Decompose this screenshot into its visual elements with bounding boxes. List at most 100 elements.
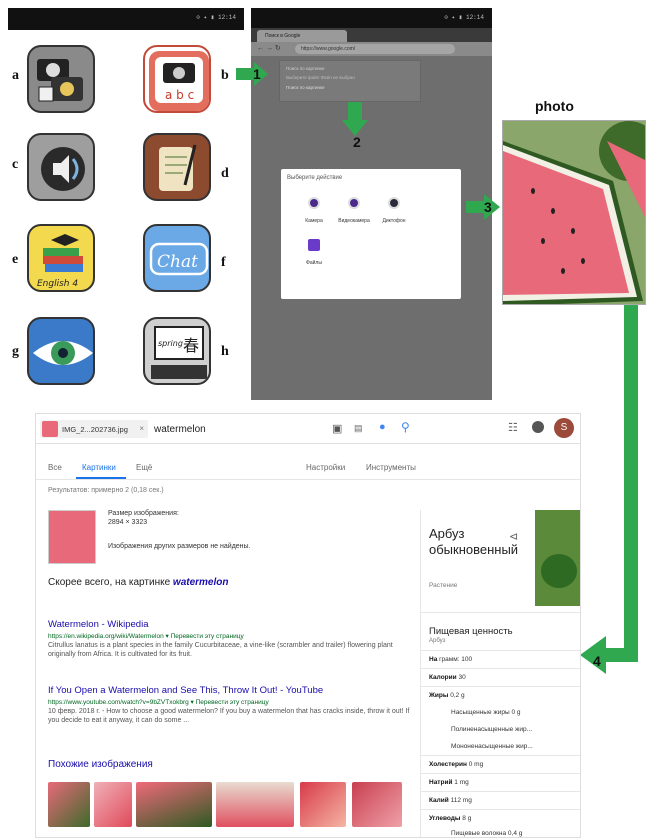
kp-row-calories-value: 30 (458, 674, 466, 681)
search-input[interactable] (154, 420, 324, 438)
app-icon-h[interactable]: spring 春 (143, 317, 211, 385)
best-guess: Скорее всего, на картинке watermelon (48, 577, 229, 588)
arrow-4 (580, 304, 638, 674)
tab-more[interactable]: Ещё (136, 463, 152, 472)
icon-letter-e: e (12, 252, 19, 267)
watermelon-photo (502, 120, 646, 305)
kp-divider-8 (421, 809, 580, 810)
result-2-title[interactable]: If You Open a Watermelon and See This, T… (48, 685, 323, 696)
icon-letter-g: g (12, 344, 19, 359)
arrow-label-1: 1 (253, 66, 261, 82)
browser-toolbar: ← → ↻ https://www.google.com/ (251, 42, 492, 56)
result-1-title[interactable]: Watermelon - Wikipedia (48, 619, 148, 630)
kp-row-fat-label: Жиры (429, 692, 449, 699)
browser-tabbar: Поиск в Google (251, 28, 492, 42)
camcorder-option-icon (348, 197, 360, 209)
share-icon[interactable]: ⊲ (509, 530, 518, 543)
kp-row-carbs: Углеводы 8 g (429, 815, 471, 822)
keyboard-icon[interactable]: ▤ (354, 423, 363, 434)
kp-row-calories-label: Калории (429, 674, 457, 681)
camera-option[interactable]: Камера (299, 197, 329, 225)
result-1-url[interactable]: https://en.wikipedia.org/wiki/Watermelon… (48, 632, 244, 640)
kp-divider-3 (421, 668, 580, 669)
camera-option-label: Камера (305, 218, 323, 224)
camera-search-icon[interactable]: ▣ (332, 422, 342, 435)
image-chip[interactable]: IMG_2...202736.jpg × (40, 420, 148, 438)
best-guess-link[interactable]: watermelon (173, 577, 229, 588)
other-sizes-note: Изображения других размеров не найдены. (108, 543, 251, 550)
icon-letter-a: a (12, 68, 19, 83)
url-field[interactable]: https://www.google.com/ (295, 44, 455, 54)
kp-divider-7 (421, 791, 580, 792)
search-icon[interactable]: ⚲ (401, 420, 410, 434)
app-icon-g[interactable] (27, 317, 95, 385)
tab-tools[interactable]: Инструменты (366, 463, 416, 472)
microphone-icon[interactable]: ● (379, 421, 386, 433)
tab-settings[interactable]: Настройки (306, 463, 345, 472)
similar-image-1[interactable] (48, 782, 90, 827)
google-results-page: IMG_2...202736.jpg × ▣ ▤ ● ⚲ ☷ S Все Кар… (35, 413, 581, 838)
image-chip-close-icon[interactable]: × (139, 424, 144, 433)
files-option-label: Файлы (306, 260, 322, 266)
spring-label: spring (158, 339, 183, 348)
kp-row-per-value[interactable]: грамм: 100 (439, 656, 472, 663)
image-size-label: Размер изображения: (108, 510, 179, 517)
kp-divider-5 (421, 755, 580, 756)
upload-popup: Поиск по картинке Выберите файл Файл не … (279, 60, 421, 102)
notifications-icon[interactable] (532, 421, 544, 433)
results-count: Результатов: примерно 2 (0,18 сек.) (48, 487, 164, 494)
kp-row-calories: Калории 30 (429, 674, 466, 681)
result-1-snippet: Citrullus lanatus is a plant species in … (48, 642, 393, 658)
camcorder-option[interactable]: Видеокамера (337, 197, 371, 225)
similar-image-3[interactable] (136, 782, 212, 827)
tab-all[interactable]: Все (48, 463, 62, 472)
similar-image-4[interactable] (216, 782, 294, 827)
nav-icons[interactable]: ← → ↻ (257, 44, 281, 52)
kanji-label: 春 (183, 336, 199, 355)
popup-line-3[interactable]: Поиск по картинке (286, 85, 324, 90)
kp-row-fat-value: 0,2 g (450, 692, 465, 699)
avatar[interactable]: S (554, 418, 574, 438)
files-option[interactable]: Файлы (299, 239, 329, 267)
kp-row-fat: Жиры 0,2 g (429, 692, 465, 699)
app-icon-a[interactable] (27, 45, 95, 113)
kp-row-sodium-label: Натрий (429, 779, 453, 786)
files-option-icon (308, 239, 320, 251)
kp-row-sodium-value: 1 mg (454, 779, 469, 786)
popup-line-1: Поиск по картинке (286, 66, 325, 71)
app-icon-c[interactable] (27, 133, 95, 201)
best-guess-label: Скорее всего, на картинке (48, 577, 171, 588)
image-chip-thumb (42, 421, 58, 437)
recorder-option[interactable]: Диктофон (377, 197, 411, 225)
app-icon-b[interactable]: a b c (143, 45, 211, 113)
tab-images[interactable]: Картинки (82, 463, 116, 472)
similar-image-6[interactable] (352, 782, 402, 827)
kp-divider-4 (421, 686, 580, 687)
arrow-2 (342, 102, 368, 136)
app-icon-e[interactable]: English 4 (27, 224, 95, 292)
icon-letter-d: d (221, 166, 229, 181)
speaker-icon (41, 147, 85, 191)
tabs-divider (36, 479, 580, 480)
arrow-label-2: 2 (353, 134, 361, 150)
dialog-title: Выберите действие (287, 175, 343, 181)
kp-row-chol-label: Холестерин (429, 761, 467, 768)
app-icon-d[interactable] (143, 133, 211, 201)
icon-letter-c: c (12, 157, 19, 172)
camera-abc-icon: a b c (149, 51, 209, 111)
kp-image-melon (541, 554, 577, 588)
photos-icon (37, 59, 83, 102)
app-icon-f[interactable]: Chat (143, 224, 211, 292)
kp-divider-1 (421, 612, 580, 613)
kp-row-chol-value: 0 mg (468, 761, 484, 768)
similar-image-5[interactable] (300, 782, 346, 827)
svg-text:a b c: a b c (165, 88, 194, 102)
recorder-option-icon (388, 197, 400, 209)
browser-tab[interactable]: Поиск в Google (257, 30, 347, 42)
result-2-snippet: 10 февр. 2018 г. - How to choose a good … (48, 708, 410, 724)
kp-row-carbs-value: 8 g (462, 815, 472, 822)
apps-grid-icon[interactable]: ☷ (508, 421, 518, 434)
kp-row-mono: Мононенасыщенные жир... (451, 743, 533, 750)
similar-image-2[interactable] (94, 782, 132, 827)
result-2-url[interactable]: https://www.youtube.com/watch?v=9bZVTxok… (48, 698, 269, 706)
